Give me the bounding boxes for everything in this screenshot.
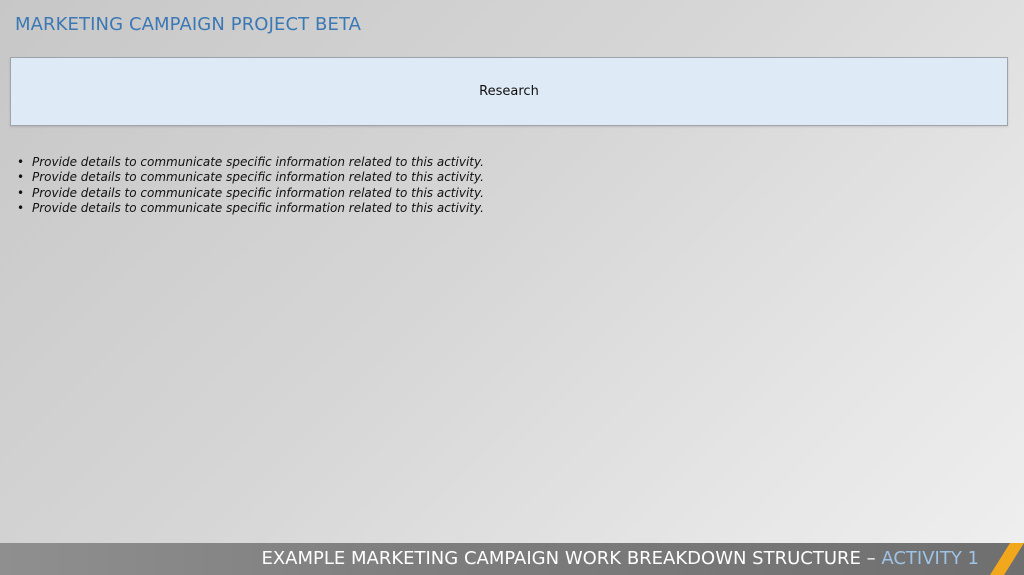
bullet-icon: • bbox=[17, 170, 25, 185]
details-item: • Provide details to communicate specifi… bbox=[17, 155, 484, 170]
footer-title-main: EXAMPLE MARKETING CAMPAIGN WORK BREAKDOW… bbox=[261, 548, 882, 569]
details-item-text: Provide details to communicate specific … bbox=[32, 201, 484, 216]
footer-title: EXAMPLE MARKETING CAMPAIGN WORK BREAKDOW… bbox=[261, 548, 979, 569]
bullet-icon: • bbox=[17, 201, 25, 216]
activity-label: Research bbox=[479, 84, 539, 99]
details-item: • Provide details to communicate specifi… bbox=[17, 186, 484, 201]
details-item: • Provide details to communicate specifi… bbox=[17, 201, 484, 216]
accent-stripe-icon bbox=[990, 543, 1024, 575]
details-item: • Provide details to communicate specifi… bbox=[17, 170, 484, 185]
bullet-icon: • bbox=[17, 155, 25, 169]
slide-title: MARKETING CAMPAIGN PROJECT BETA bbox=[15, 14, 362, 35]
details-item-text: Provide details to communicate specific … bbox=[32, 155, 484, 169]
details-item-text: Provide details to communicate specific … bbox=[32, 185, 484, 200]
footer-bar: EXAMPLE MARKETING CAMPAIGN WORK BREAKDOW… bbox=[0, 543, 1024, 575]
footer-title-accent: ACTIVITY 1 bbox=[881, 548, 979, 569]
bullet-icon: • bbox=[17, 185, 25, 200]
activity-box: Research bbox=[10, 57, 1008, 126]
details-item-text: Provide details to communicate specific … bbox=[32, 170, 484, 185]
details-list: • Provide details to communicate specifi… bbox=[17, 155, 484, 217]
